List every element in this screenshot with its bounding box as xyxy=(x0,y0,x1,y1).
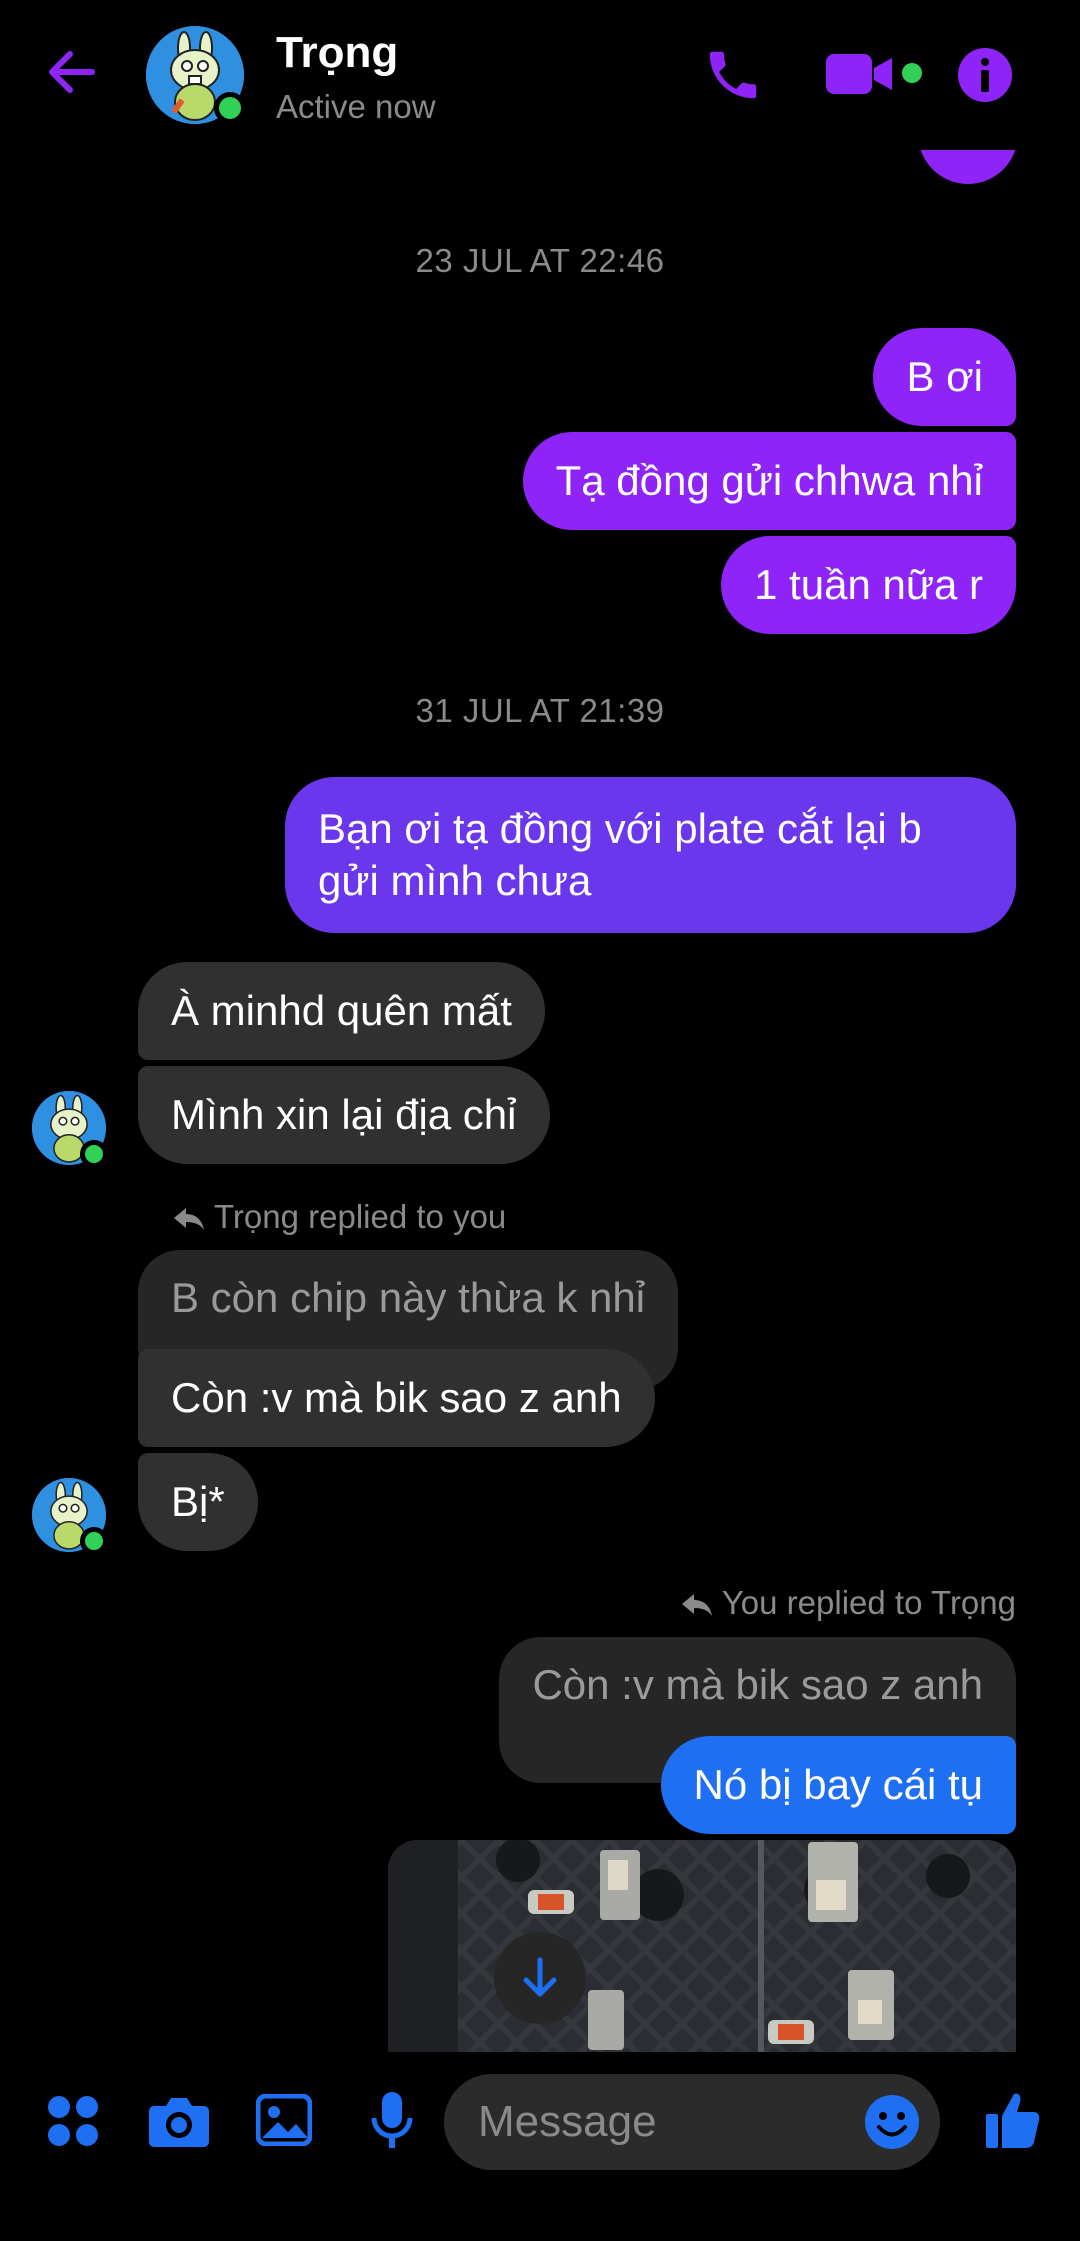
message-line: gửi mình chưa xyxy=(318,857,592,904)
timestamp: 23 JUL AT 22:46 xyxy=(415,242,665,279)
thumbs-up-icon[interactable] xyxy=(984,2090,1040,2155)
message-line: Bạn ơi tạ đồng với plate cắt lại b xyxy=(318,805,922,852)
back-arrow-icon[interactable] xyxy=(42,42,102,102)
gallery-icon[interactable] xyxy=(255,2093,313,2151)
timestamp: 31 JUL AT 21:39 xyxy=(415,692,665,729)
microphone-icon[interactable] xyxy=(370,2090,414,2157)
scroll-to-bottom-button[interactable] xyxy=(494,1932,586,2024)
emoji-icon[interactable] xyxy=(864,2094,920,2155)
photo-attachment[interactable] xyxy=(388,1840,1016,2052)
message-bubble-sent[interactable]: Nó bị bay cái tụ xyxy=(660,1736,1016,1834)
reply-arrow-icon xyxy=(174,1208,204,1231)
contact-name[interactable]: Trọng xyxy=(276,28,398,78)
message-bubble-received[interactable]: À minhd quên mất xyxy=(138,962,545,1060)
message-bubble-sent[interactable]: B ơi xyxy=(873,328,1016,426)
phone-icon[interactable] xyxy=(702,44,764,106)
message-bubble-received[interactable]: Còn :v mà bik sao z anh xyxy=(138,1349,655,1447)
camera-icon[interactable] xyxy=(148,2094,210,2153)
message-bubble-received[interactable]: Bị* xyxy=(138,1453,258,1551)
reply-indicator: You replied to Trọng xyxy=(680,1584,1016,1622)
message-composer xyxy=(0,2052,1080,2241)
reply-indicator-text: You replied to Trọng xyxy=(721,1584,1016,1621)
arrow-down-icon xyxy=(523,1957,557,1997)
video-camera-icon[interactable] xyxy=(826,50,896,98)
online-status-dot xyxy=(80,1140,108,1168)
contact-status: Active now xyxy=(276,88,436,125)
video-active-dot xyxy=(902,63,922,83)
message-bubble-sent[interactable]: 1 tuần nữa r xyxy=(721,536,1016,634)
info-icon[interactable] xyxy=(956,46,1014,104)
apps-icon[interactable] xyxy=(46,2094,100,2153)
reply-indicator-text: Trọng replied to you xyxy=(214,1198,507,1235)
message-bubble-sent[interactable]: Bạn ơi tạ đồng với plate cắt lại b gửi m… xyxy=(285,777,1016,933)
conversation-header: Trọng Active now xyxy=(0,0,1080,150)
online-status-dot xyxy=(80,1527,108,1555)
message-bubble-received[interactable]: Mình xin lại địa chỉ xyxy=(138,1066,550,1164)
message-bubble-sent[interactable]: Tạ đồng gửi chhwa nhỉ xyxy=(522,432,1016,530)
reply-indicator: Trọng replied to you xyxy=(172,1198,506,1236)
reply-arrow-icon xyxy=(681,1594,712,1617)
online-status-dot xyxy=(214,92,246,124)
